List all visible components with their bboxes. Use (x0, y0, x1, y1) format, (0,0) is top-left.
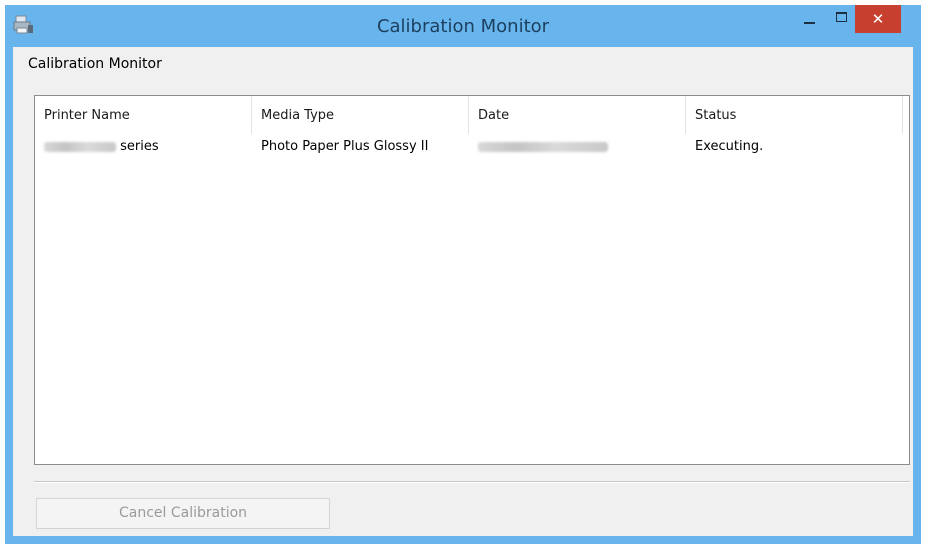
maximize-button[interactable] (827, 5, 857, 33)
calibration-monitor-window: Calibration Monitor ✕ Calibration Monito… (5, 5, 921, 544)
column-header-media-type[interactable]: Media Type (252, 96, 469, 134)
title-bar[interactable]: Calibration Monitor ✕ (5, 5, 921, 47)
cancel-calibration-button[interactable]: Cancel Calibration (36, 498, 330, 529)
close-icon: ✕ (871, 10, 885, 28)
cancel-calibration-label: Cancel Calibration (118, 505, 248, 521)
cell-printer-name: series (35, 136, 252, 158)
redacted-model-name (44, 141, 116, 152)
cell-status: Executing. (695, 139, 764, 154)
minimize-button[interactable] (795, 5, 825, 33)
column-header-printer-name[interactable]: Printer Name (35, 96, 252, 134)
cell-date (469, 136, 686, 158)
printer-name-suffix: series (120, 139, 159, 154)
window-bottom-border (5, 536, 921, 544)
calibration-list[interactable]: Printer Name Media Type Date Status seri… (34, 95, 910, 465)
column-header-status[interactable]: Status (686, 96, 903, 134)
column-header-date[interactable]: Date (469, 96, 686, 134)
table-row[interactable]: series Photo Paper Plus Glossy II Execut… (35, 136, 909, 158)
window-client-area: Calibration Monitor Printer Name Media T… (13, 47, 913, 536)
cell-media-type: Photo Paper Plus Glossy II (261, 139, 429, 154)
separator (34, 481, 910, 483)
redacted-date (478, 141, 608, 152)
close-button[interactable]: ✕ (855, 5, 901, 33)
window-title: Calibration Monitor (376, 16, 550, 37)
section-label-text: Calibration Monitor (28, 56, 162, 72)
section-label: Calibration Monitor (28, 56, 162, 72)
list-header: Printer Name Media Type Date Status (35, 96, 909, 134)
